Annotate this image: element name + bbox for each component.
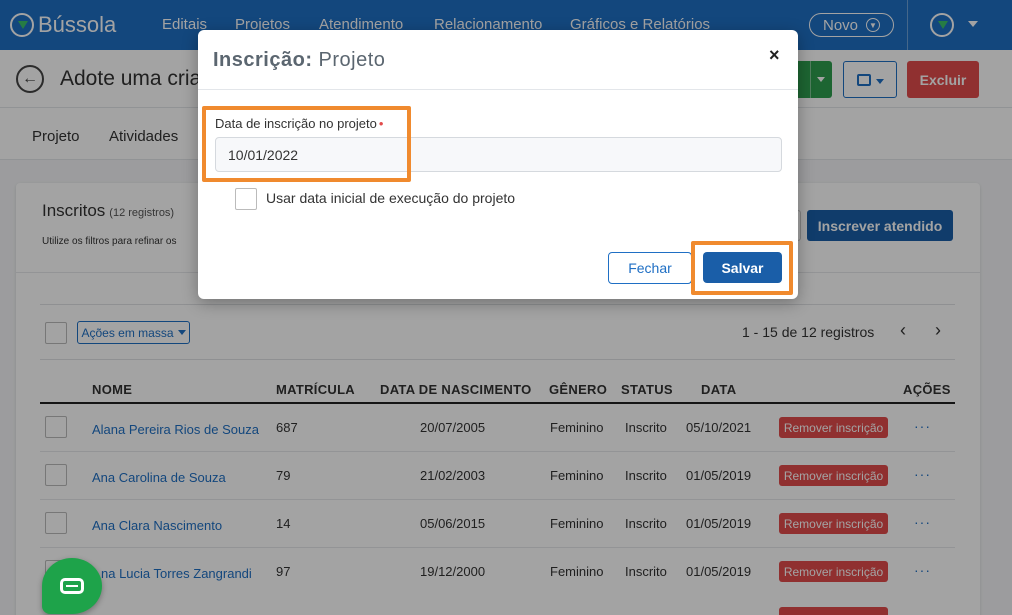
chat-widget-button[interactable]: [42, 558, 102, 614]
salvar-button-highlight: [691, 241, 793, 295]
use-initial-date-checkbox[interactable]: [235, 188, 257, 210]
chat-icon: [60, 578, 84, 594]
modal-title-rest: Projeto: [318, 49, 386, 71]
use-initial-date-label[interactable]: Usar data inicial de execução do projeto: [266, 190, 515, 206]
fechar-button[interactable]: Fechar: [608, 252, 692, 284]
date-field-highlight: [202, 106, 411, 182]
close-icon[interactable]: ×: [769, 45, 780, 66]
modal-header: Inscrição: Projeto ×: [198, 30, 798, 90]
modal-title-bold: Inscrição:: [213, 49, 313, 71]
modal-title: Inscrição: Projeto: [213, 49, 385, 72]
